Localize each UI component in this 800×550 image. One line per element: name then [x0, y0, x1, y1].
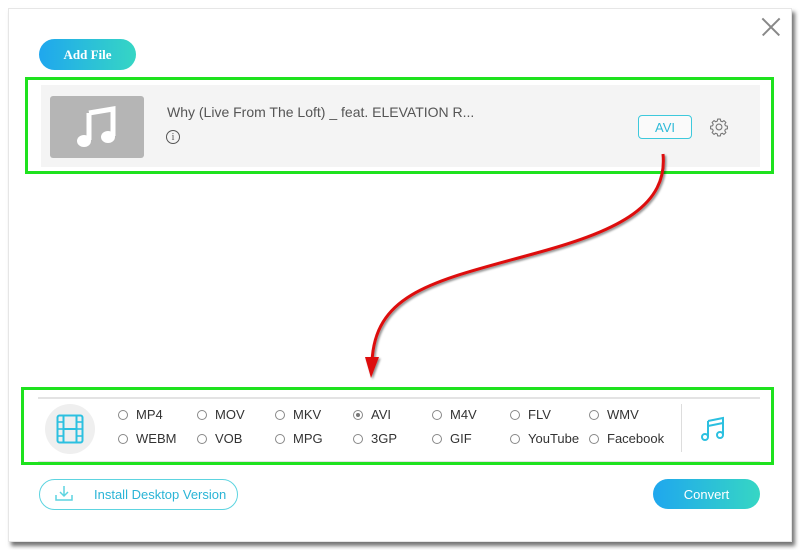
highlight-box-file — [25, 77, 774, 174]
add-file-button[interactable]: Add File — [39, 39, 136, 70]
download-icon — [55, 486, 73, 501]
convert-button[interactable]: Convert — [653, 479, 760, 509]
install-desktop-button[interactable]: Install Desktop Version — [39, 479, 238, 510]
close-icon[interactable] — [762, 18, 780, 36]
highlight-box-formats — [21, 387, 774, 465]
install-label: Install Desktop Version — [94, 487, 227, 502]
